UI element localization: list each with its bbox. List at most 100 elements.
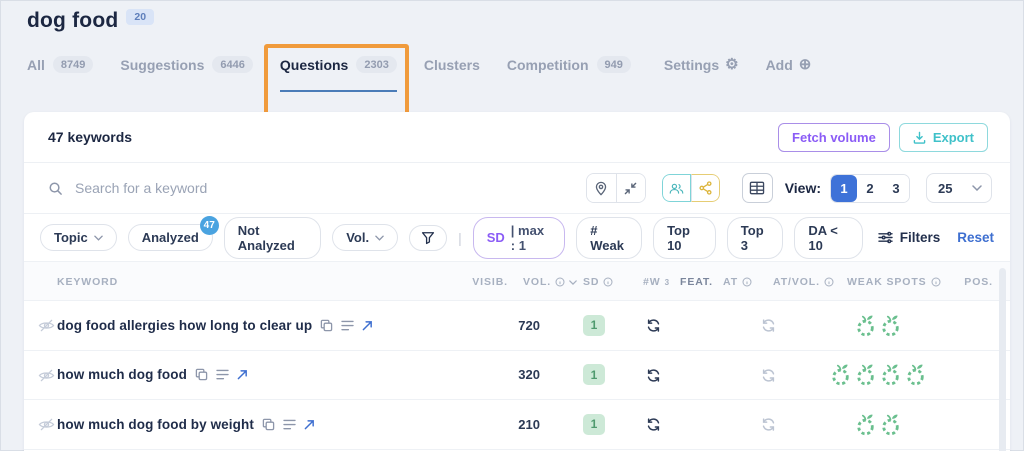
analyzed-label: Analyzed [142,230,199,245]
search-input[interactable] [75,180,375,196]
fetch-volume-button[interactable]: Fetch volume [778,123,890,152]
volume-label: Vol. [346,230,369,245]
external-link-icon[interactable] [237,369,248,380]
sd-max-filter[interactable]: SD | max : 1 [473,217,566,259]
col-sd[interactable]: SD [583,262,613,302]
table-scrollbar[interactable] [999,268,1006,451]
col-visib[interactable]: VISIB. [472,262,508,302]
refresh-w3-icon[interactable] [646,417,661,432]
filter-row: Topic Analyzed 47 Not Analyzed Vol. | [24,214,1010,261]
col-atvol[interactable]: AT/VOL. [773,262,834,302]
tab-questions[interactable]: Questions 2303 [280,56,397,73]
external-link-icon[interactable] [304,419,315,430]
da-label: DA < 10 [808,223,848,253]
weak-spot-fruit-icon[interactable] [855,314,876,337]
weak-spot-fruit-icon[interactable] [830,363,851,386]
keyword-tool-page: { "header": { "title": "dog food", "badg… [0,0,1024,451]
serp-list-icon[interactable] [341,320,354,331]
col-weak-spots[interactable]: WEAK SPOTS [847,262,941,302]
weak-spot-fruit-icon[interactable] [880,363,901,386]
serp-list-icon[interactable] [216,369,229,380]
topic-filter[interactable]: Topic [40,224,117,251]
tab-competition[interactable]: Competition 949 [507,56,631,73]
share-button-group [662,174,720,202]
refresh-at-icon[interactable] [761,368,776,383]
settings-button[interactable]: Settings ⚙ [664,57,739,73]
weak-spots-cell [816,301,940,350]
refresh-w3-icon[interactable] [646,368,661,383]
sort-icon[interactable] [569,280,577,285]
filters-button[interactable]: Filters [878,230,941,245]
col-vol[interactable]: VOL. [523,262,577,302]
page-title: dog food [27,9,118,33]
keyword-text[interactable]: dog food allergies how long to clear up [57,318,312,333]
refresh-w3-icon[interactable] [646,318,661,333]
copy-icon[interactable] [195,368,208,381]
funnel-icon [421,231,435,245]
serp-list-icon[interactable] [283,419,296,430]
not-analyzed-label: Not Analyzed [238,223,307,253]
weak-spot-fruit-icon[interactable] [880,314,901,337]
sliders-icon [878,231,893,244]
page-size-select[interactable]: 25 [926,173,992,203]
analyzed-count-badge: 47 [200,216,219,235]
tab-clusters[interactable]: Clusters [424,57,480,73]
col-keyword[interactable]: KEYWORD [57,262,118,302]
col-feat[interactable]: FEAT. [680,262,713,302]
analyzed-filter[interactable]: Analyzed 47 [128,224,213,251]
volume-value: 320 [518,351,540,400]
col-pos[interactable]: POS. [964,262,993,302]
copy-icon[interactable] [262,418,275,431]
table-view-button[interactable] [742,173,773,203]
export-label: Export [933,130,974,145]
view-option-2[interactable]: 2 [857,175,883,202]
export-button[interactable]: Export [899,123,988,152]
tab-label: Suggestions [120,57,204,73]
external-link-icon[interactable] [362,320,373,331]
weak-spot-fruit-icon[interactable] [880,413,901,436]
top3-label: Top 3 [741,223,770,253]
keyword-text[interactable]: how much dog food by weight [57,417,254,432]
location-pin-button[interactable] [587,174,616,202]
view-option-3[interactable]: 3 [883,175,909,202]
tab-suggestions[interactable]: Suggestions 6446 [120,56,253,73]
top3-filter[interactable]: Top 3 [727,217,784,259]
settings-label: Settings [664,57,719,73]
reset-button[interactable]: Reset [957,230,994,245]
eye-off-icon[interactable] [38,368,55,383]
not-analyzed-filter[interactable]: Not Analyzed [224,217,321,259]
active-tab-underline [280,90,397,92]
eye-off-icon[interactable] [38,417,55,432]
share-button[interactable] [691,174,720,202]
volume-filter[interactable]: Vol. [332,224,398,251]
copy-icon[interactable] [320,319,333,332]
da-filter[interactable]: DA < 10 [794,217,862,259]
tab-count-badge: 6446 [212,56,252,73]
plus-circle-icon: ⊕ [799,57,812,72]
users-button[interactable] [662,174,691,202]
add-button[interactable]: Add ⊕ [766,57,812,73]
refresh-at-icon[interactable] [761,318,776,333]
top10-filter[interactable]: Top 10 [653,217,716,259]
info-icon [742,277,752,287]
tab-all[interactable]: All 8749 [27,56,93,73]
view-option-1[interactable]: 1 [831,175,857,202]
gear-icon: ⚙ [725,57,738,72]
weak-filter[interactable]: # Weak [576,217,642,259]
keyword-text[interactable]: how much dog food [57,367,187,382]
table-row: how much dog food by weight 210 1 [24,400,1010,450]
search-row: View: 1 2 3 25 [24,163,1010,214]
funnel-filter-button[interactable] [409,225,447,251]
tab-count-badge: 2303 [356,56,396,73]
search-icon [48,181,63,196]
refresh-at-icon[interactable] [761,417,776,432]
col-w3[interactable]: #W3 [643,262,670,302]
weak-spot-fruit-icon[interactable] [905,363,926,386]
collapse-arrows-button[interactable] [616,174,645,202]
weak-spot-fruit-icon[interactable] [855,363,876,386]
col-at[interactable]: AT [723,262,752,302]
table-header: KEYWORD VISIB. VOL. SD #W3 FEAT. AT [24,261,1010,301]
weak-spot-fruit-icon[interactable] [855,413,876,436]
eye-off-icon[interactable] [38,318,55,333]
page-title-badge: 20 [126,9,154,25]
